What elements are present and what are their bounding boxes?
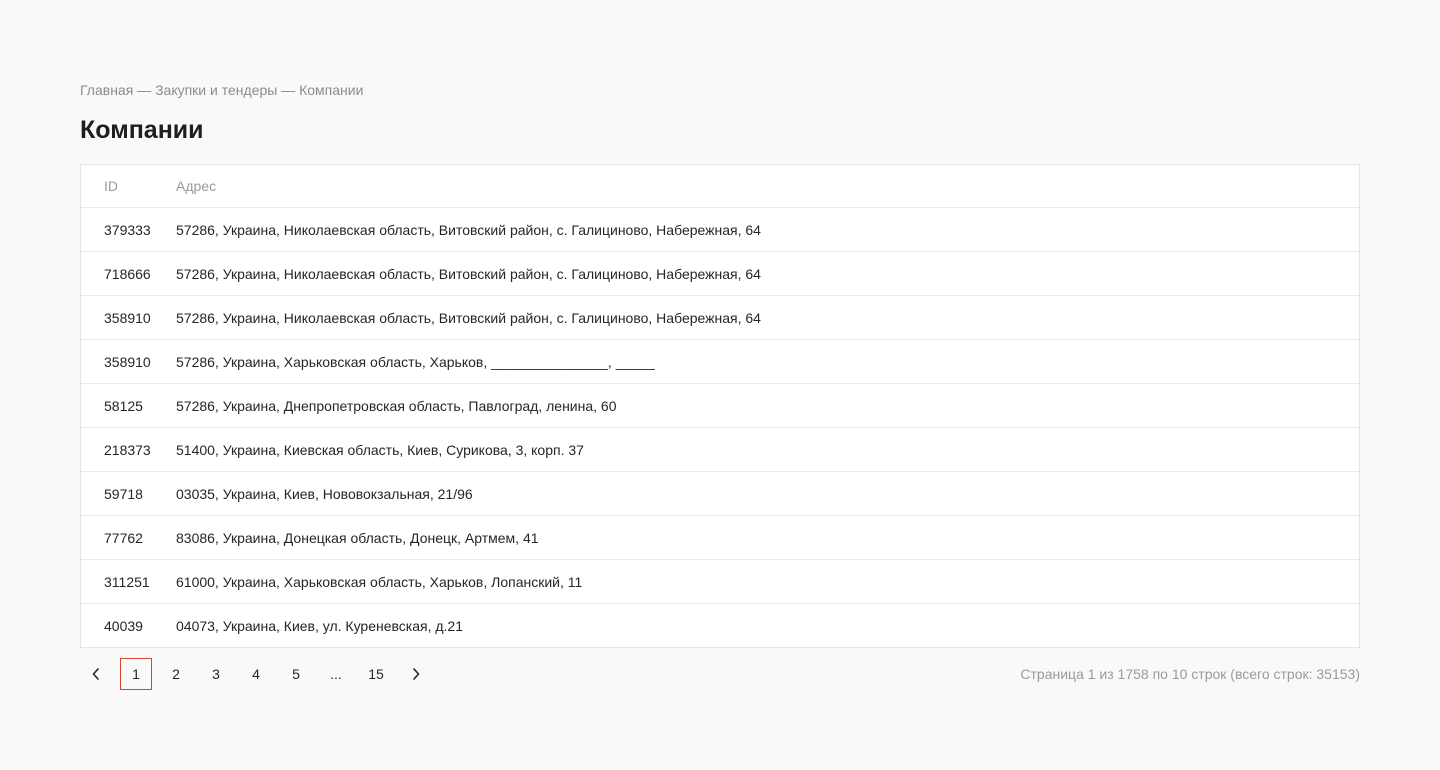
pagination: 1 2 3 4 5 ... 15 xyxy=(80,658,440,690)
cell-address: 51400, Украина, Киевская область, Киев, … xyxy=(176,441,584,458)
page-button-2[interactable]: 2 xyxy=(160,658,192,690)
cell-address: 04073, Украина, Киев, ул. Куреневская, д… xyxy=(176,617,463,634)
prev-page-button[interactable] xyxy=(80,658,112,690)
page-info: Страница 1 из 1758 по 10 строк (всего ст… xyxy=(1020,666,1360,682)
cell-id: 218373 xyxy=(104,441,151,458)
cell-address: 57286, Украина, Харьковская область, Хар… xyxy=(176,353,655,370)
cell-id: 311251 xyxy=(104,573,150,590)
cell-id: 58125 xyxy=(104,397,143,414)
chevron-right-icon xyxy=(413,668,420,680)
breadcrumb-separator: — xyxy=(137,82,156,98)
breadcrumb-item-home[interactable]: Главная xyxy=(80,82,133,98)
cell-address: 57286, Украина, Николаевская область, Ви… xyxy=(176,265,761,282)
table-row[interactable]: 358910 57286, Украина, Харьковская облас… xyxy=(81,339,1359,383)
cell-address: 83086, Украина, Донецкая область, Донецк… xyxy=(176,529,539,546)
page-button-4[interactable]: 4 xyxy=(240,658,272,690)
column-header-id[interactable]: ID xyxy=(81,178,176,194)
breadcrumb: Главная — Закупки и тендеры — Компании xyxy=(80,82,363,98)
page-button-1[interactable]: 1 xyxy=(120,658,152,690)
table-row[interactable]: 77762 83086, Украина, Донецкая область, … xyxy=(81,515,1359,559)
column-header-address[interactable]: Адрес xyxy=(176,178,1359,194)
table-row[interactable]: 379333 57286, Украина, Николаевская обла… xyxy=(81,207,1359,251)
next-page-button[interactable] xyxy=(400,658,432,690)
table-row[interactable]: 358910 57286, Украина, Николаевская обла… xyxy=(81,295,1359,339)
cell-id: 358910 xyxy=(104,353,151,370)
breadcrumb-separator: — xyxy=(281,82,300,98)
chevron-left-icon xyxy=(92,668,99,680)
cell-id: 379333 xyxy=(104,221,151,238)
cell-id: 40039 xyxy=(104,617,143,634)
cell-address: 03035, Украина, Киев, Нововокзальная, 21… xyxy=(176,485,473,502)
cell-address: 57286, Украина, Николаевская область, Ви… xyxy=(176,221,761,238)
companies-table: ID Адрес 379333 57286, Украина, Николаев… xyxy=(80,164,1360,648)
cell-address: 61000, Украина, Харьковская область, Хар… xyxy=(176,573,583,590)
cell-id: 358910 xyxy=(104,309,151,326)
cell-address: 57286, Украина, Днепропетровская область… xyxy=(176,397,617,414)
cell-id: 59718 xyxy=(104,485,143,502)
breadcrumb-item-companies: Компании xyxy=(299,82,364,98)
page-button-3[interactable]: 3 xyxy=(200,658,232,690)
table-row[interactable]: 40039 04073, Украина, Киев, ул. Куреневс… xyxy=(81,603,1359,647)
page-button-5[interactable]: 5 xyxy=(280,658,312,690)
table-row[interactable]: 718666 57286, Украина, Николаевская обла… xyxy=(81,251,1359,295)
table-row[interactable]: 59718 03035, Украина, Киев, Нововокзальн… xyxy=(81,471,1359,515)
breadcrumb-item-tenders[interactable]: Закупки и тендеры xyxy=(155,82,277,98)
page-ellipsis: ... xyxy=(330,666,342,682)
cell-id: 77762 xyxy=(104,529,143,546)
table-row[interactable]: 218373 51400, Украина, Киевская область,… xyxy=(81,427,1359,471)
cell-id: 718666 xyxy=(104,265,151,282)
table-row[interactable]: 311251 61000, Украина, Харьковская облас… xyxy=(81,559,1359,603)
table-header: ID Адрес xyxy=(81,165,1359,207)
page-button-15[interactable]: 15 xyxy=(360,658,392,690)
table-row[interactable]: 58125 57286, Украина, Днепропетровская о… xyxy=(81,383,1359,427)
page-title: Компании xyxy=(80,116,204,144)
cell-address: 57286, Украина, Николаевская область, Ви… xyxy=(176,309,761,326)
